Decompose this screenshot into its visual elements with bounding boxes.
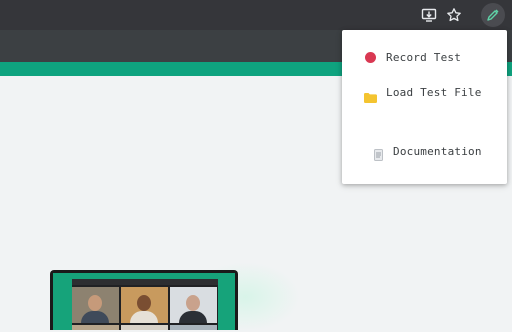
load-test-file-label: Load Test File — [386, 86, 482, 99]
video-tile — [72, 287, 119, 323]
laptop-illustration — [50, 270, 238, 330]
record-icon — [365, 52, 376, 63]
documentation-label: Documentation — [393, 145, 482, 158]
documentation-menu-item[interactable]: Documentation — [342, 139, 507, 165]
bookmark-star-icon[interactable] — [443, 4, 465, 26]
extension-popup-menu: Record Test Load Test File Documentation — [342, 30, 507, 184]
extension-dropper-icon[interactable] — [481, 3, 505, 27]
folder-icon — [364, 88, 377, 103]
laptop-screen — [53, 273, 235, 330]
record-test-label: Record Test — [386, 51, 462, 64]
browser-toolbar — [0, 0, 512, 30]
video-call-titlebar — [72, 279, 218, 285]
video-tile — [121, 287, 168, 323]
load-test-file-menu-item[interactable]: Load Test File — [342, 80, 507, 106]
video-tile — [170, 287, 217, 323]
video-tile-row — [72, 325, 218, 330]
install-app-icon[interactable] — [418, 4, 440, 26]
document-icon — [374, 146, 383, 161]
video-call-window — [72, 279, 218, 330]
record-test-menu-item[interactable]: Record Test — [342, 45, 507, 71]
